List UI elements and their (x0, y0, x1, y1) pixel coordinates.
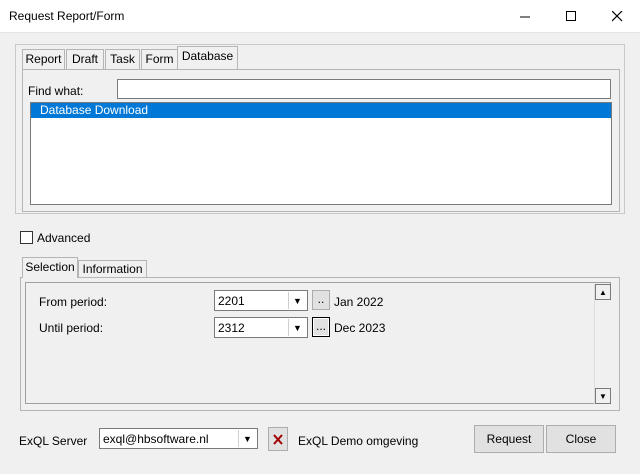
close-button[interactable]: Close (546, 425, 616, 453)
maximize-icon[interactable] (548, 0, 594, 32)
tab-information[interactable]: Information (78, 260, 147, 278)
minimize-icon[interactable] (502, 0, 548, 32)
server-label: ExQL Server (19, 434, 88, 448)
advanced-label: Advanced (37, 231, 91, 245)
tab-database[interactable]: Database (177, 46, 238, 69)
tab-task[interactable]: Task (105, 49, 140, 69)
server-name: ExQL Demo omgeving (298, 434, 419, 448)
until-period-display: Dec 2023 (334, 321, 386, 335)
request-button[interactable]: Request (474, 425, 544, 453)
until-period-combo[interactable]: 2312 ▼ (214, 317, 308, 338)
top-tab-strip: Report Draft Task Form Database (22, 46, 242, 71)
find-input[interactable] (117, 79, 611, 99)
tab-draft[interactable]: Draft (66, 49, 104, 69)
chevron-down-icon[interactable]: ▼ (288, 292, 306, 309)
tab-form[interactable]: Form (141, 49, 178, 69)
list-item[interactable]: Database Download (31, 103, 611, 118)
window-title: Request Report/Form (9, 9, 125, 23)
from-period-display: Jan 2022 (334, 295, 384, 309)
from-period-picker-button[interactable]: .. (312, 290, 330, 310)
chevron-down-icon[interactable]: ▼ (238, 430, 256, 447)
scroll-down-icon[interactable]: ▼ (595, 388, 611, 404)
find-label: Find what: (28, 84, 84, 98)
disconnect-button[interactable] (268, 427, 288, 451)
until-period-picker-button[interactable]: ... (312, 317, 330, 337)
tab-report[interactable]: Report (22, 49, 65, 69)
chevron-down-icon[interactable]: ▼ (288, 319, 306, 336)
vertical-scrollbar[interactable]: ▲ ▼ (594, 284, 612, 404)
from-period-value: 2201 (218, 294, 245, 308)
title-bar: Request Report/Form (0, 0, 640, 33)
red-x-icon (273, 433, 283, 445)
server-combo[interactable]: exql@hbsoftware.nl ▼ (99, 428, 258, 449)
until-period-value: 2312 (218, 321, 245, 335)
tab-selection[interactable]: Selection (22, 257, 78, 278)
until-period-label: Until period: (39, 321, 104, 335)
advanced-checkbox[interactable] (20, 231, 33, 244)
database-list[interactable]: Database Download (30, 102, 612, 205)
close-icon[interactable] (594, 0, 640, 32)
from-period-label: From period: (39, 295, 108, 309)
server-value: exql@hbsoftware.nl (103, 432, 209, 446)
from-period-combo[interactable]: 2201 ▼ (214, 290, 308, 311)
scroll-up-icon[interactable]: ▲ (595, 284, 611, 300)
